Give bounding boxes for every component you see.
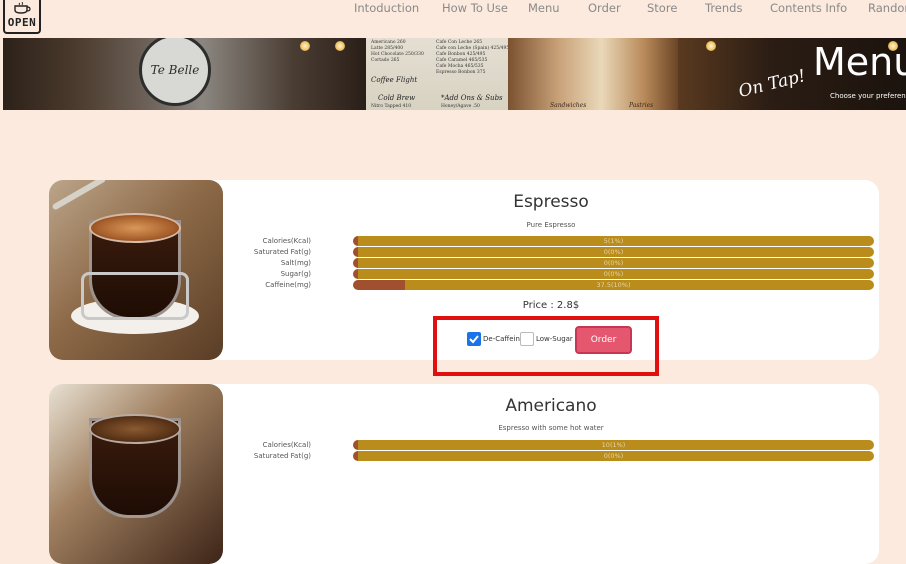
order-button[interactable]: Order bbox=[575, 326, 632, 354]
item-name: Americano bbox=[505, 396, 597, 416]
nutrition-label: Saturated Fat(g) bbox=[253, 248, 311, 256]
americano-image bbox=[49, 384, 223, 564]
menu-item-card-americano: Americano Espresso with some hot water C… bbox=[49, 384, 879, 564]
nav-link-trends[interactable]: Trends bbox=[705, 1, 742, 15]
nutrition-row-sugar: Sugar(g) 0(0%) bbox=[223, 269, 879, 280]
top-nav: OPEN Intoduction How To Use Menu Order S… bbox=[0, 0, 906, 38]
nutrition-row-calories: Calories(Kcal) 5(1%) bbox=[223, 236, 879, 247]
nutrition-value: 0(0%) bbox=[603, 259, 624, 267]
nutrition-label: Caffeine(mg) bbox=[265, 281, 311, 289]
nutrition-label: Salt(mg) bbox=[280, 259, 311, 267]
banner-subtitle: Choose your preference bbox=[830, 92, 906, 100]
nutrition-bar: 0(0%) bbox=[353, 247, 874, 257]
nav-link-contents-info[interactable]: Contents Info bbox=[770, 1, 847, 15]
espresso-image bbox=[49, 180, 223, 360]
decaf-checkbox[interactable] bbox=[467, 332, 481, 346]
coffee-cup-icon bbox=[14, 2, 31, 14]
item-name: Espresso bbox=[513, 192, 589, 212]
nav-link-random[interactable]: Random bbox=[868, 1, 906, 15]
nav-link-store[interactable]: Store bbox=[647, 1, 677, 15]
nutrition-label: Saturated Fat(g) bbox=[253, 452, 311, 460]
nutrition-value: 37.5(10%) bbox=[596, 281, 631, 289]
item-description: Espresso with some hot water bbox=[498, 424, 604, 432]
nutrition-row-salt: Salt(mg) 0(0%) bbox=[223, 258, 879, 269]
nutrition-value: 5(1%) bbox=[603, 237, 624, 245]
nav-link-how-to-use[interactable]: How To Use bbox=[442, 1, 508, 15]
nav-link-introduction[interactable]: Intoduction bbox=[354, 1, 419, 15]
nutrition-bar: 5(1%) bbox=[353, 236, 874, 246]
item-price: Price : 2.8$ bbox=[522, 300, 580, 311]
nutrition-row-caffeine: Caffeine(mg) 37.5(10%) bbox=[223, 280, 879, 291]
nutrition-value: 0(0%) bbox=[603, 270, 624, 278]
nutrition-label: Calories(Kcal) bbox=[262, 441, 311, 449]
nutrition-value: 10(1%) bbox=[601, 441, 626, 449]
banner-panel-pastry-board: Sandwiches Pastries bbox=[508, 38, 678, 110]
te-belle-sign: Te Belle bbox=[139, 38, 211, 106]
menu-item-card-espresso: Espresso Pure Espresso Calories(Kcal) 5(… bbox=[49, 180, 879, 360]
low-sugar-checkbox[interactable] bbox=[520, 332, 534, 346]
nutrition-value: 0(0%) bbox=[603, 248, 624, 256]
nutrition-value: 0(0%) bbox=[603, 452, 624, 460]
nutrition-label: Calories(Kcal) bbox=[262, 237, 311, 245]
nav-link-order[interactable]: Order bbox=[588, 1, 621, 15]
te-belle-text: Te Belle bbox=[150, 63, 200, 77]
banner-panel-cafe: Te Belle bbox=[3, 38, 366, 110]
nutrition-bar: 37.5(10%) bbox=[353, 280, 874, 290]
decaf-label[interactable]: De-Caffeine bbox=[483, 335, 524, 343]
item-description: Pure Espresso bbox=[526, 221, 576, 229]
nutrition-bar: 0(0%) bbox=[353, 258, 874, 268]
nutrition-bar: 10(1%) bbox=[353, 440, 874, 450]
menu-banner: Te Belle Americano 260 Latte 285/400 Hot… bbox=[3, 38, 906, 110]
nutrition-row-saturated-fat: Saturated Fat(g) 0(0%) bbox=[223, 451, 879, 462]
banner-title: Menu bbox=[813, 40, 906, 84]
open-logo[interactable]: OPEN bbox=[3, 0, 41, 34]
nutrition-bar: 0(0%) bbox=[353, 269, 874, 279]
nav-link-menu[interactable]: Menu bbox=[528, 1, 560, 15]
logo-text: OPEN bbox=[7, 16, 37, 29]
nutrition-row-calories: Calories(Kcal) 10(1%) bbox=[223, 440, 879, 451]
banner-panel-menu-board: Americano 260 Latte 285/400 Hot Chocolat… bbox=[366, 38, 509, 110]
low-sugar-label[interactable]: Low-Sugar bbox=[536, 335, 573, 343]
nutrition-row-saturated-fat: Saturated Fat(g) 0(0%) bbox=[223, 247, 879, 258]
nutrition-label: Sugar(g) bbox=[280, 270, 311, 278]
checkmark-icon bbox=[469, 335, 479, 344]
